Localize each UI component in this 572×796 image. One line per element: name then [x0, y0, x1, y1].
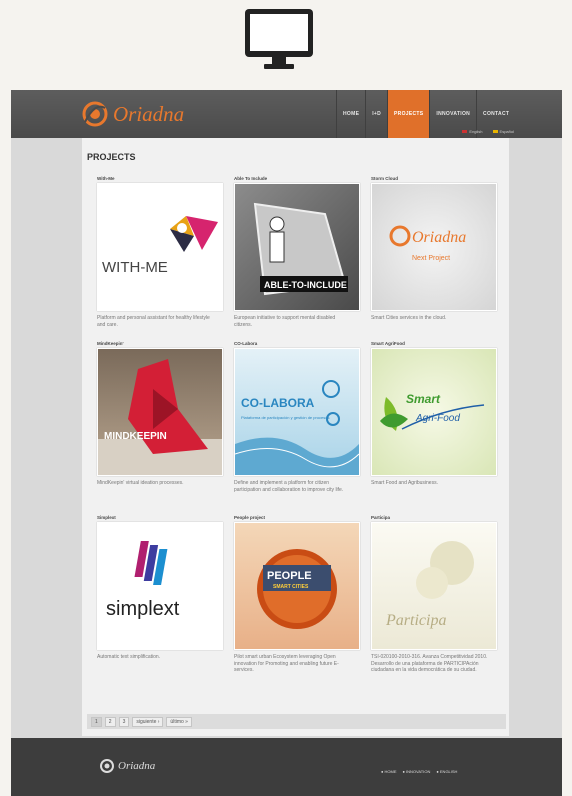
project-card[interactable]: Participa Participa TSI-020100-2010-316.… [371, 515, 497, 674]
project-thumbnail[interactable]: simplext [97, 522, 223, 650]
logo-text: Oriadna [113, 101, 185, 126]
svg-text:Smart: Smart [406, 392, 441, 406]
svg-text:Next Project: Next Project [412, 255, 450, 262]
footer-logo-text: Oriadna [118, 760, 156, 772]
project-card[interactable]: Able To Include ABLE-TO-INCLUDE European… [234, 176, 360, 328]
svg-text:simplext: simplext [106, 598, 180, 620]
svg-text:ABLE-TO-INCLUDE: ABLE-TO-INCLUDE [264, 280, 347, 290]
footer-logo[interactable]: Oriadna [99, 758, 155, 774]
project-card[interactable]: With-Me WITH-ME Platform and personal as… [97, 176, 223, 328]
site-logo[interactable]: Oriadna [81, 96, 221, 132]
project-title[interactable]: Participa [371, 515, 497, 522]
nav-projects[interactable]: PROJECTS [387, 90, 430, 138]
project-title[interactable]: Able To Include [234, 176, 360, 183]
project-thumbnail[interactable]: WITH-ME [97, 183, 223, 311]
page-2-button[interactable]: 2 [104, 716, 116, 727]
oriadna-logo-icon [82, 101, 108, 127]
project-card[interactable]: MindKeepin' MINDKEEPIN MindKeepin' virtu… [97, 341, 223, 487]
project-thumbnail[interactable]: PEOPLE SMART CITIES [234, 522, 360, 650]
svg-text:MINDKEEPIN: MINDKEEPIN [104, 431, 167, 442]
footer-link-innovation[interactable]: ● INNOVATION [403, 769, 431, 774]
project-title[interactable]: Smart AgriFood [371, 341, 497, 348]
project-description: Smart Cities services in the cloud. [371, 315, 447, 321]
project-thumbnail[interactable]: ABLE-TO-INCLUDE [234, 183, 360, 311]
svg-text:Plataforma de participación y: Plataforma de participación y gestión de… [241, 415, 330, 420]
mindkeepin-origami-image: MINDKEEPIN [98, 359, 222, 475]
project-description: Define and implement a platform for citi… [234, 480, 344, 493]
project-thumbnail[interactable]: CO-LABORA Plataforma de participación y … [234, 348, 360, 476]
smart-agrifood-logo-icon: Smart Agri-Food [380, 392, 485, 431]
project-description: Automatic text simplification. [97, 654, 161, 660]
participa-logo-icon: Participa [385, 541, 474, 629]
language-switcher: English Español [462, 129, 514, 134]
lang-spanish[interactable]: Español [492, 129, 514, 134]
project-card[interactable]: Simplext simplext Automatic text simplif… [97, 515, 223, 661]
project-description: Platform and personal assistant for heal… [97, 315, 210, 328]
desktop-monitor-icon [245, 9, 313, 69]
project-thumbnail[interactable]: Smart Agri-Food [371, 348, 497, 476]
lang-english[interactable]: English [462, 129, 483, 134]
project-card[interactable]: CO-Labora CO-LABORA Plataforma de partic… [234, 341, 360, 493]
project-title[interactable]: Simplext [97, 515, 223, 522]
project-thumbnail[interactable]: Participa [371, 522, 497, 650]
svg-text:PEOPLE: PEOPLE [267, 570, 312, 582]
svg-text:CO-LABORA: CO-LABORA [241, 396, 315, 410]
main-content: PROJECTS With-Me WITH-ME Platform and pe… [82, 138, 509, 736]
nav-home[interactable]: HOME [336, 90, 365, 138]
project-description: European initiative to support mental di… [234, 315, 336, 328]
people-project-logo-icon: PEOPLE SMART CITIES [257, 549, 337, 629]
project-thumbnail[interactable]: MINDKEEPIN [97, 348, 223, 476]
footer-links: ● HOME ● INNOVATION ● ENGLISH [381, 769, 457, 774]
project-title[interactable]: With-Me [97, 176, 223, 183]
simplext-logo-icon: simplext [106, 541, 180, 620]
spain-flag-icon [492, 130, 498, 134]
storm-cloud-logo-icon: Oriadna Next Project [389, 225, 466, 262]
next-page-button[interactable]: siguiente › [132, 716, 164, 727]
project-title[interactable]: People project [234, 515, 360, 522]
site-header: Oriadna HOME I+D PROJECTS INNOVATION CON… [11, 90, 562, 138]
site-footer: Oriadna ● HOME ● INNOVATION ● ENGLISH [11, 738, 562, 796]
project-title[interactable]: CO-Labora [234, 341, 360, 348]
project-title[interactable]: Storm Cloud [371, 176, 497, 183]
website-preview: Oriadna HOME I+D PROJECTS INNOVATION CON… [11, 90, 562, 796]
colabora-logo-icon: CO-LABORA Plataforma de participación y … [235, 380, 359, 475]
project-description: Smart Food and Agribusiness. [371, 480, 438, 486]
with-me-logo-icon: WITH-ME [102, 216, 218, 276]
svg-text:SMART CITIES: SMART CITIES [273, 584, 309, 590]
project-thumbnail[interactable]: Oriadna Next Project [371, 183, 497, 311]
svg-text:Participa: Participa [385, 612, 446, 629]
svg-text:Oriadna: Oriadna [412, 229, 466, 246]
page-1-button[interactable]: 1 [91, 716, 102, 727]
project-card[interactable]: Smart AgriFood Smart Agri-Food Smart Foo… [371, 341, 497, 487]
uk-flag-icon [462, 130, 468, 134]
oriadna-logo-icon [100, 759, 114, 773]
project-card[interactable]: People project PEOPLE SMART CITIES Pilot… [234, 515, 360, 674]
footer-link-english[interactable]: ● ENGLISH [436, 769, 457, 774]
able-to-include-image: ABLE-TO-INCLUDE [253, 202, 348, 296]
project-title[interactable]: MindKeepin' [97, 341, 223, 348]
page-title: PROJECTS [87, 152, 136, 162]
footer-link-home[interactable]: ● HOME [381, 769, 397, 774]
last-page-button[interactable]: último » [166, 716, 192, 727]
pagination: 1 2 3 siguiente › último » [87, 714, 506, 729]
page-3-button[interactable]: 3 [118, 716, 130, 727]
project-description: MindKeepin' virtual ideation processes. [97, 480, 184, 486]
project-card[interactable]: Storm Cloud Oriadna Next Project Smart C… [371, 176, 497, 322]
project-description: TSI-020100-2010-316. Avanza Competitivid… [371, 654, 488, 673]
project-description: Pilot smart urban Ecosystem leveraging O… [234, 654, 339, 673]
svg-text:WITH-ME: WITH-ME [102, 259, 168, 276]
nav-rd[interactable]: I+D [365, 90, 387, 138]
